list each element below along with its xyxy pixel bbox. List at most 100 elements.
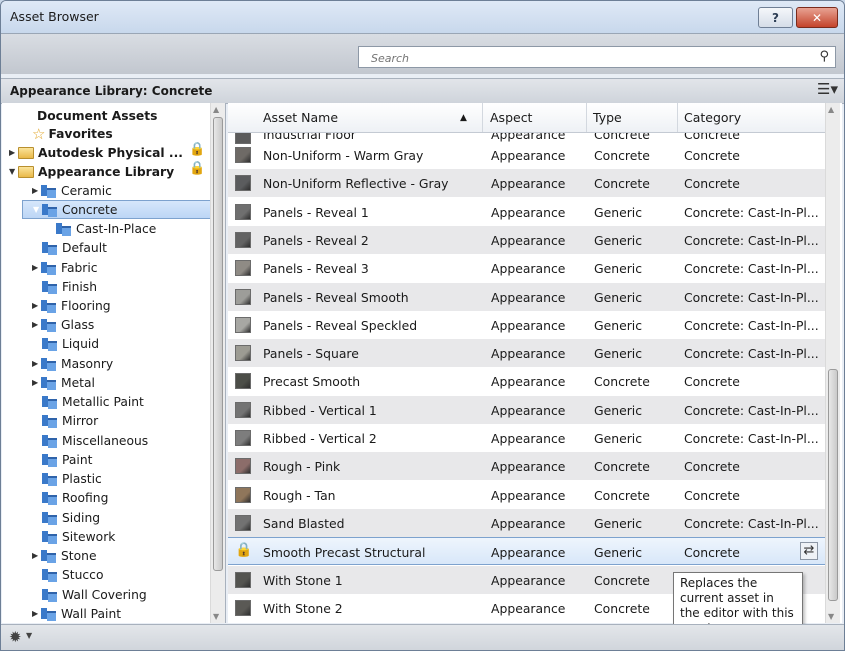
tree-item-favorites[interactable]: ☆ Favorites	[32, 124, 113, 143]
tree-item-wall-paint[interactable]: ▶ Wall Paint	[32, 604, 121, 623]
close-button[interactable]: ✕	[796, 7, 838, 28]
replace-icon[interactable]: ⇄	[800, 542, 818, 561]
expand-arrow-icon[interactable]: ▶	[32, 320, 41, 329]
asset-aspect: Appearance	[491, 515, 566, 531]
column-header-category[interactable]: Category	[684, 110, 741, 125]
library-icon	[42, 395, 58, 409]
asset-type: Concrete	[594, 487, 650, 503]
collapse-arrow-icon[interactable]: ▼	[9, 167, 18, 176]
expand-arrow-icon[interactable]: ▶	[9, 148, 18, 157]
chevron-down-icon[interactable]: ▼	[26, 631, 32, 640]
tree-item-autodesk-physical[interactable]: ▶ Autodesk Physical ...	[9, 143, 183, 162]
asset-category: Concrete	[684, 374, 740, 390]
table-row[interactable]: Non-Uniform - Warm Gray Appearance Concret…	[228, 141, 826, 169]
tree-item-sitework[interactable]: Sitework	[42, 527, 115, 546]
table-row[interactable]: Ribbed - Vertical 1 Appearance Generic Conc…	[228, 395, 826, 424]
asset-category: Concrete	[684, 176, 740, 192]
tree-item-label: Default	[62, 240, 107, 255]
column-header-asset-name[interactable]: Asset Name	[263, 110, 338, 125]
table-row[interactable]: Panels - Reveal 2 Appearance Generic Concre…	[228, 225, 826, 254]
gear-icon[interactable]: ✹	[9, 628, 22, 646]
asset-type: Generic	[594, 346, 643, 362]
table-row[interactable]: Non-Uniform Reflective - Gray Appearance C…	[228, 169, 826, 198]
list-view-icon[interactable]: ☰▾	[817, 80, 838, 98]
tree-item-roofing[interactable]: Roofing	[42, 488, 108, 507]
table-row[interactable]: Panels - Reveal Smooth Appearance Generic C…	[228, 282, 826, 311]
tree-item-stone[interactable]: ▶ Stone	[32, 546, 97, 565]
tree-item-liquid[interactable]: Liquid	[42, 334, 99, 353]
tree-item-paint[interactable]: Paint	[42, 450, 92, 469]
search-icon[interactable]: ⚲	[819, 49, 829, 64]
tree-item-miscellaneous[interactable]: Miscellaneous	[42, 431, 148, 450]
asset-name: Precast Smooth	[263, 374, 361, 390]
asset-aspect: Appearance	[491, 431, 566, 446]
tree-item-default[interactable]: Default	[42, 238, 107, 257]
table-row-selected[interactable]: 🔒 Smooth Precast Structural Appearance Gene…	[228, 537, 826, 566]
tree-item-glass[interactable]: ▶ Glass	[32, 315, 94, 334]
tree-item-document-assets[interactable]: Document Assets	[37, 106, 157, 125]
tree-item-concrete[interactable]: ▼ Concrete	[22, 200, 212, 219]
asset-type: Concrete	[594, 148, 650, 163]
library-icon	[42, 511, 58, 525]
asset-name: With Stone 2	[263, 600, 343, 616]
tree-item-masonry[interactable]: ▶ Masonry	[32, 354, 113, 373]
material-swatch	[235, 599, 251, 616]
asset-aspect: Appearance	[491, 487, 566, 503]
expand-arrow-icon[interactable]: ▶	[32, 263, 41, 272]
expand-arrow-icon[interactable]: ▶	[32, 359, 41, 368]
tree-item-fabric[interactable]: ▶ Fabric	[32, 258, 98, 277]
table-row[interactable]: Panels - Reveal 3 Appearance Generic Concre…	[228, 254, 826, 282]
expand-arrow-icon[interactable]: ▶	[32, 551, 41, 560]
tree-item-metal[interactable]: ▶ Metal	[32, 373, 95, 392]
scroll-up-icon[interactable]: ▲	[828, 105, 834, 114]
scroll-down-icon[interactable]: ▼	[828, 612, 834, 621]
bottom-toolbar: ✹ ▼	[1, 624, 844, 650]
library-icon	[42, 472, 58, 486]
asset-type: Concrete	[594, 600, 650, 616]
scroll-up-icon[interactable]: ▲	[213, 105, 219, 114]
search-input[interactable]	[369, 48, 803, 68]
tree-item-cast-in-place[interactable]: Cast-In-Place	[56, 219, 156, 238]
table-row[interactable]: Rough - Pink Appearance Concrete Concrete	[228, 452, 826, 481]
table-scrollbar-thumb[interactable]	[828, 369, 838, 601]
library-icon	[42, 588, 58, 602]
tree-item-label: Mirror	[62, 413, 99, 428]
table-row[interactable]: Precast Smooth Appearance Concrete Concrete	[228, 367, 826, 395]
tree-item-metallic-paint[interactable]: Metallic Paint	[42, 392, 144, 411]
tree-item-plastic[interactable]: Plastic	[42, 469, 102, 488]
asset-category: Concrete: Cast-In-Pl...	[684, 261, 819, 277]
tree-item-appearance-library[interactable]: ▼ Appearance Library	[9, 162, 174, 181]
table-row[interactable]: Rough - Tan Appearance Concrete Concrete	[228, 481, 826, 509]
help-button[interactable]: ?	[758, 7, 793, 28]
column-header-type[interactable]: Type	[593, 110, 622, 125]
tree-item-wall-covering[interactable]: Wall Covering	[42, 585, 147, 604]
tree-item-finish[interactable]: Finish	[42, 277, 97, 296]
expand-arrow-icon[interactable]: ▶	[32, 301, 41, 310]
library-icon	[41, 318, 57, 332]
library-icon	[42, 568, 58, 582]
column-header-aspect[interactable]: Aspect	[490, 110, 532, 125]
collapse-arrow-icon[interactable]: ▼	[33, 205, 42, 214]
tree-item-mirror[interactable]: Mirror	[42, 411, 98, 430]
scroll-down-icon[interactable]: ▼	[213, 612, 219, 621]
expand-arrow-icon[interactable]: ▶	[32, 378, 41, 387]
sort-ascending-icon[interactable]: ▲	[460, 113, 467, 123]
tree-item-siding[interactable]: Siding	[42, 508, 100, 527]
table-row[interactable]: Sand Blasted Appearance Generic Concrete: C…	[228, 508, 826, 537]
library-icon	[42, 337, 58, 351]
tree-scrollbar-thumb[interactable]	[213, 117, 223, 571]
search-box[interactable]: ⚲	[358, 46, 836, 68]
table-row[interactable]: Panels - Square Appearance Generic Concrete…	[228, 339, 826, 368]
tree-item-ceramic[interactable]: ▶ Ceramic	[32, 181, 112, 200]
table-row[interactable]: Panels - Reveal Speckled Appearance Generi…	[228, 311, 826, 339]
tree-scrollbar[interactable]: ▲ ▼	[210, 103, 225, 623]
library-icon	[42, 530, 58, 544]
asset-category: Concrete: Cast-In-Pl...	[684, 232, 819, 248]
expand-arrow-icon[interactable]: ▶	[32, 186, 41, 195]
table-row[interactable]: Ribbed - Vertical 2 Appearance Generic Conc…	[228, 424, 826, 452]
expand-arrow-icon[interactable]: ▶	[32, 609, 41, 618]
table-scrollbar[interactable]: ▲ ▼	[825, 103, 840, 623]
table-row[interactable]: Panels - Reveal 1 Appearance Generic Concre…	[228, 198, 826, 226]
tree-item-stucco[interactable]: Stucco	[42, 565, 103, 584]
tree-item-flooring[interactable]: ▶ Flooring	[32, 296, 111, 315]
